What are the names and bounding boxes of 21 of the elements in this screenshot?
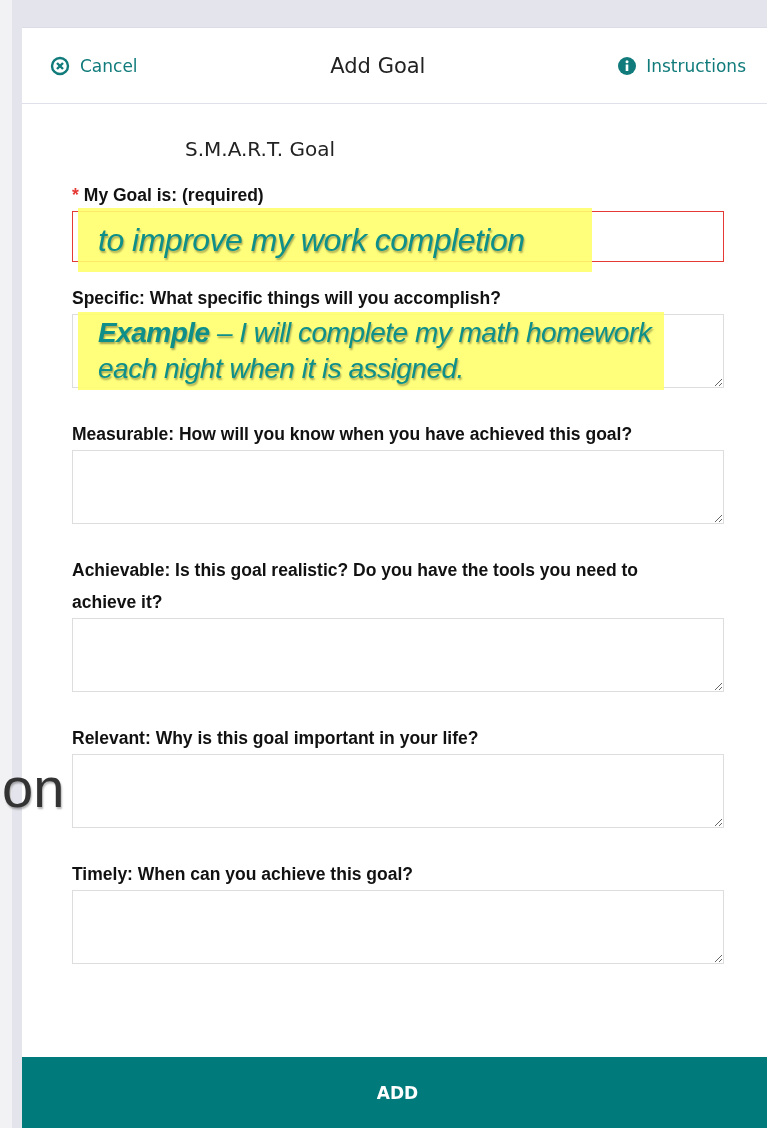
field-label: My Goal is: (required) [83,185,264,205]
field-label: Relevant: Why is this goal important in your life? [72,728,479,748]
annotation-tooltip: Example – I will complete my math homework each night when it is assigned. [78,312,664,390]
info-icon [618,56,637,75]
add-button[interactable]: ADD [22,1057,767,1128]
instructions-button[interactable]: Instructions [618,55,746,76]
text-area[interactable] [72,754,724,828]
field-label: Measurable: How will you know when you have achieved this goal? [72,424,633,444]
text-area[interactable] [72,450,724,524]
background-text: on [2,756,65,820]
text-area[interactable] [72,618,724,692]
text-area[interactable] [72,890,724,964]
close-icon [50,55,70,76]
field-label: Specific: What specific things will you accomplish? [72,288,501,308]
field-label: Achievable: Is this goal realistic? Do you have the tools you need to achieve it? [72,560,638,612]
field-label: Timely: When can you achieve this goal? [72,864,413,884]
dialog-title: Add Goal [330,53,426,78]
form-heading: S.M.A.R.T. Goal [185,136,336,162]
annotation-tooltip: to improve my work completion [78,208,592,272]
cancel-button[interactable]: Cancel [50,55,138,76]
required-marker: * [72,185,79,205]
